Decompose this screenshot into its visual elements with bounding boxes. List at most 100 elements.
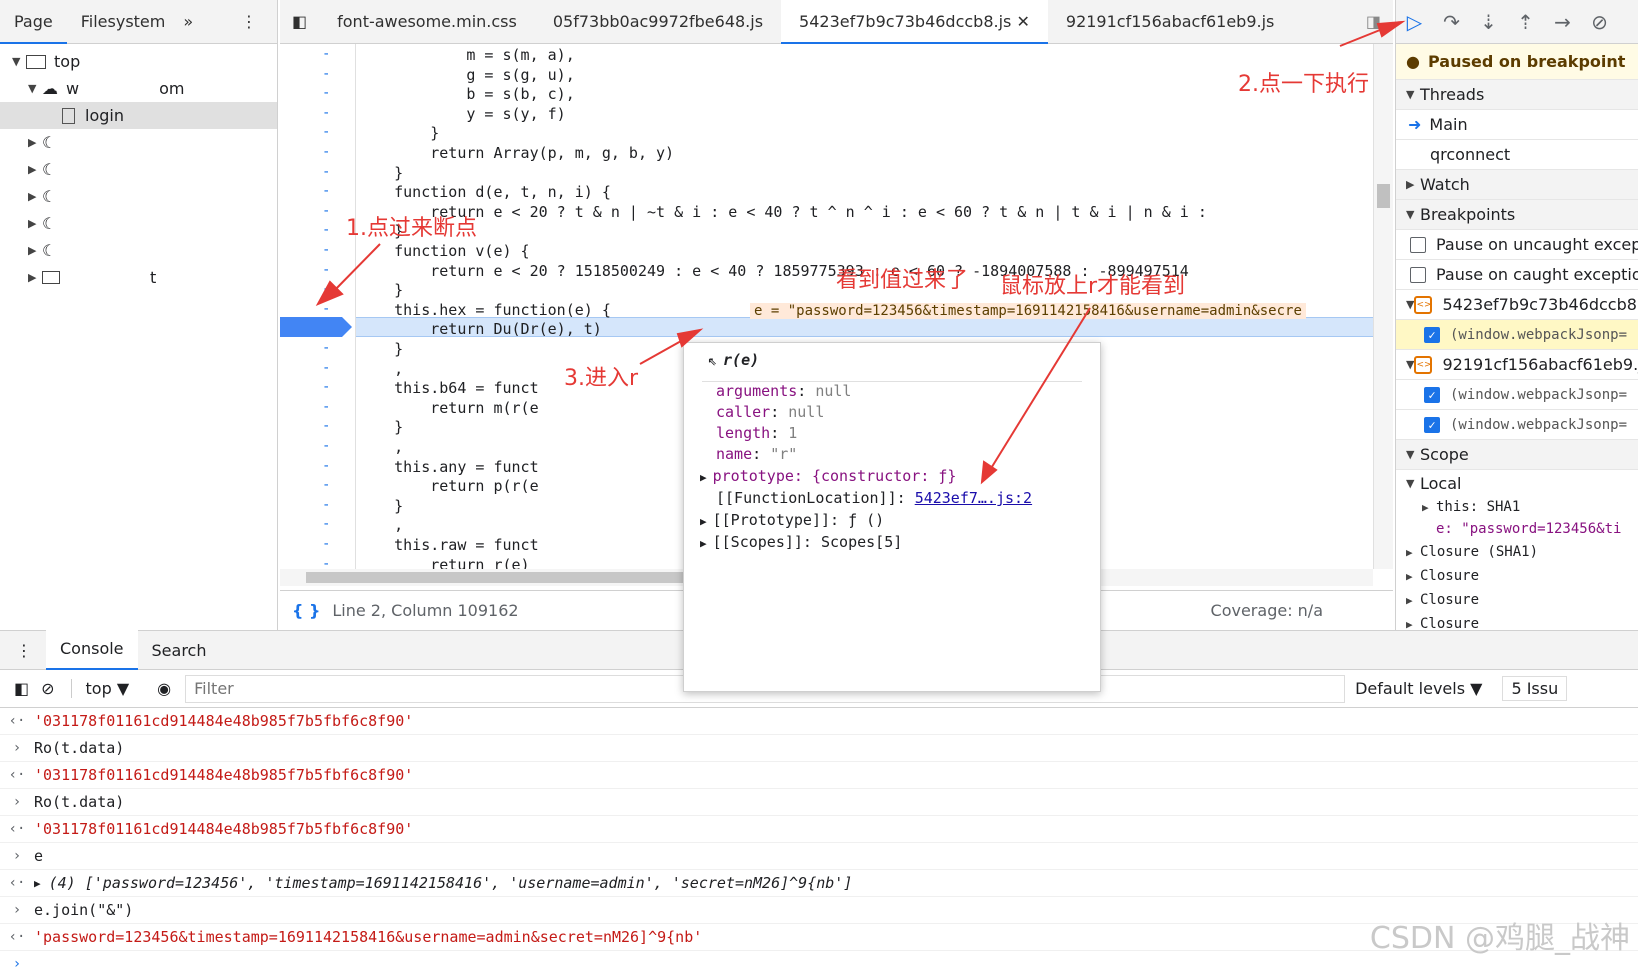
gutter-line-marker[interactable]: - — [322, 477, 330, 493]
toggle-debugger-icon[interactable]: ◨ — [1354, 0, 1393, 44]
pause-caught-checkbox[interactable]: Pause on caught exceptions — [1396, 260, 1638, 290]
gutter-line-marker[interactable]: - — [322, 379, 330, 395]
scope-closure[interactable]: ▶ Closure — [1396, 612, 1638, 630]
section-breakpoints[interactable]: ▼ Breakpoints — [1396, 200, 1638, 230]
gutter-line-marker[interactable]: - — [322, 556, 330, 569]
tree-item-collapsed[interactable]: ▶ ☾ — [0, 156, 277, 183]
editor-tab-active[interactable]: 5423ef7b9c73b46dccb8.js ✕ — [781, 0, 1048, 44]
toggle-navigator-icon[interactable]: ◧ — [280, 0, 319, 44]
console-log-row[interactable]: ‹· '031178f01161cd914484e48b985f7b5fbf6c8… — [0, 762, 1638, 789]
thread-qrconnect[interactable]: qrconnect — [1396, 140, 1638, 170]
resume-icon[interactable]: ▷ — [1396, 10, 1433, 34]
console-log-row[interactable]: › e — [0, 843, 1638, 870]
gutter-line-marker[interactable]: - — [322, 438, 330, 454]
tree-item-collapsed[interactable]: ▶ t — [0, 264, 277, 291]
function-location-link[interactable]: 5423ef7….js:2 — [915, 489, 1032, 507]
scope-closure[interactable]: ▶ Closure (SHA1) — [1396, 540, 1638, 564]
pause-uncaught-checkbox[interactable]: Pause on uncaught exceptions — [1396, 230, 1638, 260]
editor-tab[interactable]: 05f73bb0ac9972fbe648.js — [535, 0, 781, 44]
gutter-line-marker[interactable]: - — [322, 399, 330, 415]
collapse-triangle-icon[interactable]: ▶ — [28, 136, 42, 149]
live-expression-eye-icon[interactable]: ◉ — [157, 679, 171, 698]
tree-item-collapsed[interactable]: ▶ ☾ — [0, 210, 277, 237]
scrollbar-thumb[interactable] — [1377, 184, 1390, 208]
editor-tab[interactable]: font-awesome.min.css — [319, 0, 535, 44]
collapse-triangle-icon[interactable]: ▶ — [28, 190, 42, 203]
editor-vertical-scrollbar[interactable] — [1373, 44, 1393, 569]
tree-item-collapsed[interactable]: ▶ ☾ — [0, 237, 277, 264]
gutter-line-marker[interactable]: - — [322, 242, 330, 258]
scrollbar-thumb[interactable] — [306, 572, 686, 583]
breakpoint-entry[interactable]: ✓ (window.webpackJsonp= — [1396, 380, 1638, 410]
console-log-row[interactable]: › Ro(t.data) — [0, 735, 1638, 762]
collapse-triangle-icon[interactable]: ▶ — [28, 217, 42, 230]
gutter-line-marker[interactable]: - — [322, 281, 330, 297]
breakpoint-marker[interactable] — [280, 317, 352, 337]
tree-item-collapsed[interactable]: ▶ ☾ — [0, 129, 277, 156]
tab-filesystem[interactable]: Filesystem — [67, 0, 180, 44]
editor-tab[interactable]: 92191cf156abacf61eb9.js — [1048, 0, 1292, 44]
collapse-triangle-icon[interactable]: ▶ — [28, 271, 42, 284]
step-out-icon[interactable]: ⇡ — [1507, 10, 1544, 34]
thread-main[interactable]: ➜ Main — [1396, 110, 1638, 140]
gutter-line-marker[interactable]: - — [322, 536, 330, 552]
breakpoint-file[interactable]: ▼ <> 92191cf156abacf61eb9.js — [1396, 350, 1638, 380]
property-scopes[interactable]: ▶ [[Scopes]]: Scopes[5] — [700, 533, 902, 551]
scope-e[interactable]: e: "password=123456&ti — [1396, 518, 1638, 540]
scope-local[interactable]: ▼ Local — [1396, 470, 1638, 496]
scope-this[interactable]: ▶ this: SHA1 — [1396, 496, 1638, 518]
checkbox-checked[interactable]: ✓ — [1424, 326, 1440, 343]
checkbox-checked[interactable]: ✓ — [1424, 386, 1440, 403]
gutter-line-marker[interactable]: - — [322, 516, 330, 532]
collapse-triangle-icon[interactable]: ▶ — [28, 244, 42, 257]
property-proto[interactable]: ▶ [[Prototype]]: ƒ () — [700, 511, 884, 529]
gutter-line-marker[interactable]: - — [322, 66, 330, 82]
expand-triangle-icon[interactable]: ▼ — [28, 82, 42, 95]
scope-closure[interactable]: ▶ Closure — [1396, 588, 1638, 612]
console-log-row[interactable]: ‹· ▶ (4) ['password=123456', 'timestamp=16… — [0, 870, 1638, 897]
kebab-menu-icon[interactable]: ⋮ — [221, 0, 277, 44]
console-log-row[interactable]: › Ro(t.data) — [0, 789, 1638, 816]
step-icon[interactable]: → — [1544, 10, 1581, 34]
gutter-line-marker[interactable]: - — [322, 222, 330, 238]
gutter-line-marker[interactable]: - — [322, 497, 330, 513]
breakpoint-entry[interactable]: ✓ (window.webpackJsonp= — [1396, 410, 1638, 440]
gutter-line-marker[interactable]: - — [322, 458, 330, 474]
tab-page[interactable]: Page — [0, 0, 67, 44]
section-threads[interactable]: ▼ Threads — [1396, 80, 1638, 110]
tree-item-domain[interactable]: ▼ ☁ w om — [0, 75, 277, 102]
gutter-line-marker[interactable]: - — [322, 418, 330, 434]
tree-item-top[interactable]: ▼ top — [0, 48, 277, 75]
expand-triangle-icon[interactable]: ▼ — [12, 55, 26, 68]
gutter-line-marker[interactable]: - — [322, 183, 330, 199]
console-log-row[interactable]: ‹· '031178f01161cd914484e48b985f7b5fbf6c8… — [0, 816, 1638, 843]
gutter-line-marker[interactable]: - — [322, 144, 330, 160]
step-over-icon[interactable]: ↷ — [1433, 10, 1470, 34]
checkbox[interactable] — [1410, 266, 1426, 283]
clear-console-icon[interactable]: ⊘ — [41, 679, 54, 698]
tab-search[interactable]: Search — [138, 641, 221, 660]
breakpoint-entry-active[interactable]: ✓ (window.webpackJsonp= — [1396, 320, 1638, 350]
gutter-line-marker[interactable]: - — [322, 164, 330, 180]
expand-triangle-icon[interactable]: ▶ — [34, 877, 41, 890]
tab-console[interactable]: Console — [46, 630, 138, 670]
context-selector[interactable]: top ▼ — [70, 679, 129, 698]
gutter-line-marker[interactable]: - — [322, 124, 330, 140]
pretty-print-icon[interactable]: { } — [292, 601, 320, 620]
tree-item-collapsed[interactable]: ▶ ☾ — [0, 183, 277, 210]
deactivate-breakpoints-icon[interactable]: ⊘ — [1581, 10, 1618, 34]
collapse-triangle-icon[interactable]: ▶ — [28, 163, 42, 176]
scope-closure[interactable]: ▶ Closure — [1396, 564, 1638, 588]
checkbox-checked[interactable]: ✓ — [1424, 416, 1440, 433]
gutter-line-marker[interactable]: - — [322, 203, 330, 219]
console-log-row[interactable]: ‹· '031178f01161cd914484e48b985f7b5fbf6c8… — [0, 708, 1638, 735]
section-scope[interactable]: ▼ Scope — [1396, 440, 1638, 470]
gutter-line-marker[interactable]: - — [322, 360, 330, 376]
gutter-line-marker[interactable]: - — [322, 301, 330, 317]
close-icon[interactable]: ✕ — [1016, 12, 1029, 31]
more-tabs-icon[interactable]: » — [179, 0, 197, 44]
gutter-line-marker[interactable]: - — [322, 340, 330, 356]
gutter-line-marker[interactable]: - — [322, 105, 330, 121]
checkbox[interactable] — [1410, 236, 1426, 253]
gutter-line-marker[interactable]: - — [322, 85, 330, 101]
